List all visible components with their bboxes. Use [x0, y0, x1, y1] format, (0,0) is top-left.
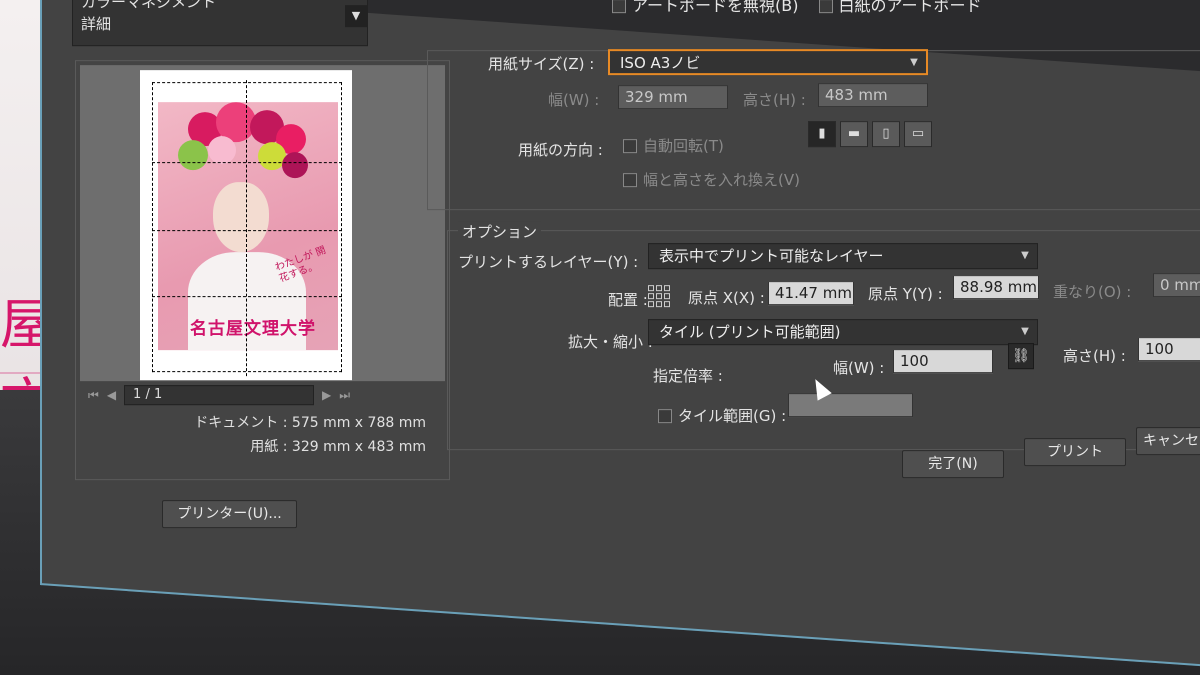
- portrait-flipped-icon[interactable]: ▯: [872, 121, 900, 148]
- chevron-down-icon: ▼: [1021, 326, 1029, 338]
- tile-range-label: タイル範囲(G) :: [678, 407, 787, 426]
- layers-label: プリントするレイヤー(Y) :: [458, 253, 639, 272]
- link-icon[interactable]: ⛓: [1008, 343, 1034, 370]
- page-navigator: ⏮ ◀ 1 / 1 ▶ ⏭: [80, 383, 445, 407]
- scale-width-field[interactable]: 100: [893, 349, 993, 374]
- scale-label: 拡大・縮小 :: [568, 333, 653, 352]
- tile-range-checkbox[interactable]: タイル範囲(G) :: [658, 405, 786, 426]
- landscape-flipped-icon[interactable]: ▭: [904, 121, 932, 148]
- scale-width-label: 幅(W) :: [833, 359, 885, 378]
- document-size-label: ドキュメント : 575 mm x 788 mm: [194, 415, 426, 432]
- next-page-icon[interactable]: ▶: [322, 388, 331, 402]
- checkbox-box[interactable]: [818, 0, 833, 14]
- placement-label: 配置 :: [608, 291, 648, 310]
- chevron-down-icon: ▼: [1021, 250, 1029, 262]
- preview-panel: わたしが 開花する。 名古屋文理大学 ⏮ ◀ 1 / 1 ▶ ⏭ ドキュメント …: [75, 60, 450, 481]
- origin-y-field[interactable]: 88.98 mm: [953, 275, 1039, 300]
- top-checkboxes: アートボードを無視(B) 白紙のアートボード: [612, 0, 982, 16]
- print-preview[interactable]: わたしが 開花する。 名古屋文理大学: [80, 65, 445, 382]
- reference-point-icon[interactable]: [648, 285, 670, 308]
- blank-artboard-label: 白紙のアートボード: [838, 0, 982, 16]
- last-page-icon[interactable]: ⏭: [339, 388, 350, 403]
- done-button[interactable]: 完了(N): [902, 450, 1004, 479]
- swap-dimensions-label: 幅と高さを入れ換え(V): [643, 171, 800, 190]
- document-info: ドキュメント : 575 mm x 788 mm 用紙 : 329 mm x 4…: [106, 411, 426, 459]
- chevron-down-icon[interactable]: ▼: [345, 5, 367, 28]
- paper-size-label: 用紙サイズ(Z) :: [488, 55, 595, 74]
- printer-button[interactable]: プリンター(U)...: [162, 500, 297, 529]
- paper-size-value: ISO A3ノビ: [620, 54, 701, 73]
- portrait-icon[interactable]: ▮: [808, 121, 836, 148]
- preview-page: わたしが 開花する。 名古屋文理大学: [140, 70, 352, 381]
- overlap-label: 重なり(O) :: [1053, 283, 1132, 302]
- first-page-icon[interactable]: ⏮: [88, 388, 99, 403]
- ignore-artboard-checkbox[interactable]: アートボードを無視(B): [612, 0, 799, 16]
- paper-size-group: 用紙サイズ(Z) : ISO A3ノビ ▼ 幅(W) : 329 mm 高さ(H…: [427, 49, 1200, 211]
- layers-select[interactable]: 表示中でプリント可能なレイヤー ▼: [648, 243, 1038, 270]
- category-color-management[interactable]: カラーマネジメント: [73, 0, 367, 13]
- checkbox-box[interactable]: [658, 409, 672, 424]
- height-label: 高さ(H) :: [743, 91, 806, 110]
- landscape-icon[interactable]: ▬: [840, 121, 868, 148]
- tile-divider-horizontal: [152, 162, 342, 164]
- prev-page-icon[interactable]: ◀: [107, 388, 116, 402]
- print-button[interactable]: プリント: [1024, 438, 1126, 467]
- orientation-label: 用紙の方向 :: [518, 141, 603, 160]
- tile-boundary: [152, 82, 342, 373]
- tile-divider-horizontal: [152, 296, 342, 298]
- origin-y-label: 原点 Y(Y) :: [868, 285, 943, 304]
- origin-x-label: 原点 X(X) :: [688, 289, 765, 308]
- auto-rotate-checkbox[interactable]: 自動回転(T): [623, 135, 724, 156]
- checkbox-box[interactable]: [612, 0, 626, 14]
- origin-x-field[interactable]: 41.47 mm: [768, 281, 854, 306]
- options-title: オプション: [458, 221, 542, 243]
- blank-artboard-checkbox[interactable]: 白紙のアートボード: [818, 0, 982, 16]
- scale-select[interactable]: タイル (プリント可能範囲) ▼: [648, 319, 1038, 346]
- orientation-buttons: ▮ ▬ ▯ ▭: [808, 121, 932, 148]
- swap-dimensions-checkbox[interactable]: 幅と高さを入れ換え(V): [623, 169, 800, 190]
- category-advanced[interactable]: 詳細: [73, 13, 367, 35]
- custom-scale-label: 指定倍率 :: [653, 367, 723, 386]
- ignore-artboard-label: アートボードを無視(B): [632, 0, 799, 16]
- layers-value: 表示中でプリント可能なレイヤー: [659, 247, 884, 266]
- chevron-down-icon: ▼: [910, 57, 918, 69]
- checkbox-box[interactable]: [623, 139, 637, 154]
- checkbox-box[interactable]: [623, 173, 637, 188]
- overlap-field[interactable]: 0 mm: [1153, 273, 1200, 298]
- options-group: オプション プリントするレイヤー(Y) : 表示中でプリント可能なレイヤー ▼ …: [447, 221, 1200, 451]
- scale-height-label: 高さ(H) :: [1063, 347, 1126, 366]
- paper-width-field[interactable]: 329 mm: [618, 85, 728, 110]
- paper-size-info: 用紙 : 329 mm x 483 mm: [250, 439, 426, 456]
- paper-size-select[interactable]: ISO A3ノビ ▼: [608, 49, 928, 76]
- scale-height-field[interactable]: 100: [1138, 337, 1200, 362]
- paper-height-field[interactable]: 483 mm: [818, 83, 928, 108]
- tile-range-field[interactable]: [788, 393, 913, 418]
- tile-divider-horizontal: [152, 230, 342, 232]
- width-label: 幅(W) :: [548, 91, 600, 110]
- cancel-button[interactable]: キャンセル: [1136, 427, 1200, 456]
- auto-rotate-label: 自動回転(T): [643, 137, 724, 156]
- tile-divider-vertical: [246, 80, 247, 377]
- scale-value: タイル (プリント可能範囲): [659, 323, 841, 342]
- print-category-list[interactable]: カラーマネジメント 詳細 ▼: [72, 0, 368, 47]
- print-dialog: カラーマネジメント 詳細 ▼ わたしが 開花する。 名古屋文理大学 ⏮ ◀ 1 …: [40, 0, 1200, 668]
- page-number-field[interactable]: 1 / 1: [124, 385, 315, 406]
